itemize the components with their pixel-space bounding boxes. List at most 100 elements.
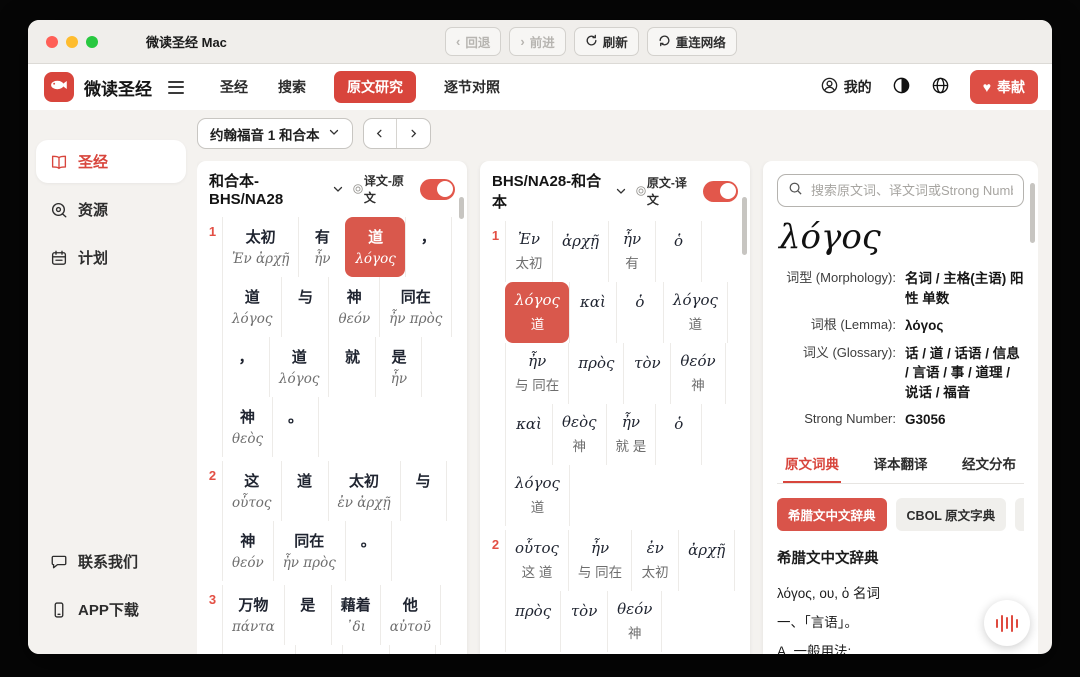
app-header: 微读圣经 圣经搜索原文研究逐节对照 我的 ♥ 奉献 [28,64,1052,110]
word-cell[interactable]: 造ἐγένετο [222,645,295,654]
zoom-window-button[interactable] [86,36,98,48]
scrollbar-thumb[interactable] [1030,183,1035,243]
chevron-down-icon[interactable] [332,183,344,195]
panel-title[interactable]: 和合本-BHS/NA28 [209,170,327,208]
word-cell[interactable]: 太初ἐν ἀρχῇ [328,461,400,521]
word-cell[interactable]: 太初Ἐν ἀρχῇ [222,217,298,277]
word-cell[interactable]: ὁ [655,221,702,282]
close-window-button[interactable] [46,36,58,48]
word-cell[interactable]: 与 [281,277,328,337]
word-cell[interactable]: θεόν神 [607,591,662,652]
language-button[interactable] [931,76,950,98]
word-cell[interactable]: οὗτος这 道 [505,530,568,591]
word-cell[interactable]: 道 [281,461,328,521]
word-cell[interactable]: ， [405,217,452,277]
word-secondary [665,437,692,453]
book-selector[interactable]: 约翰福音 1 和合本 [197,118,353,149]
word-cell[interactable]: ἦν就 是 [606,404,656,465]
sidebar-item-resources[interactable]: 资源 [36,188,186,231]
word-cell[interactable]: ἐν太初 [631,530,678,591]
word-cell[interactable]: 万物πάντα [222,585,284,645]
word-cell[interactable]: τὸν [560,591,607,652]
word-cell[interactable]: τὸν [623,343,670,404]
word-cell-selected[interactable]: λόγος道 [505,282,569,343]
back-button[interactable]: ‹ 回退 [445,27,501,56]
word-cell[interactable]: 的 [295,645,342,654]
word-cell[interactable]: ἦν与 同在 [568,530,631,591]
direction-toggle[interactable] [420,179,455,200]
word-cell[interactable]: ἦν与 同在 [505,343,568,404]
word-cell[interactable]: 道λόγος [269,337,328,397]
panel-settings-icon[interactable] [635,185,647,197]
sidebar-item-bible[interactable]: 圣经 [36,140,186,183]
app-logo[interactable] [44,72,74,102]
word-secondary: λόγος [355,251,395,267]
header-tab-bible[interactable]: 圣经 [218,71,250,103]
word-cell[interactable]: θεὸς神 [552,404,606,465]
prev-chapter-button[interactable] [364,119,397,148]
dict-source-greek-chinese-dictionary[interactable]: 希腊文中文辞典 [777,498,887,531]
sidebar-item-app-download[interactable]: APP下载 [36,588,186,631]
word-cell[interactable]: ὁ [655,404,702,465]
audio-play-button[interactable] [984,600,1030,646]
word-cell[interactable]: ， [222,337,269,397]
word-cell[interactable]: 同在ἦν πρὸς [273,521,345,581]
tab-original-dictionary[interactable]: 原文词典 [783,446,841,483]
reconnect-button[interactable]: 重连网络 [647,27,737,56]
word-cell[interactable]: πρὸς [568,343,623,404]
donate-button[interactable]: ♥ 奉献 [970,70,1038,104]
word-cell[interactable]: 凡 [389,645,436,654]
word-cell[interactable]: 神θεὸς [222,397,272,457]
word-cell[interactable]: ὁ [616,282,663,343]
dict-source-sdntg-dictionary[interactable]: SDNTG 希 [1015,498,1024,531]
next-chapter-button[interactable] [397,119,430,148]
word-cell[interactable]: 神θεόν [222,521,273,581]
word-cell[interactable]: λόγος道 [663,282,728,343]
minimize-window-button[interactable] [66,36,78,48]
word-cell[interactable]: 道λόγος [222,277,281,337]
tab-translation-renderings[interactable]: 译本翻译 [872,446,930,483]
dict-source-cbol-dictionary[interactable]: CBOL 原文字典 [896,498,1007,531]
tab-verse-distribution[interactable]: 经文分布 [960,446,1018,483]
word-cell[interactable]: 他αὐτοῦ [380,585,441,645]
word-cell[interactable]: 同在ἦν πρὸς [379,277,452,337]
word-cell[interactable]: 有ἦν [298,217,345,277]
search-input[interactable] [811,183,1013,198]
word-cell[interactable]: 神θεόν [328,277,379,337]
word-cell[interactable]: 这οὗτος [222,461,281,521]
word-cell[interactable]: 与 [400,461,447,521]
panel-settings-icon[interactable] [352,183,364,195]
scrollbar-thumb[interactable] [459,197,464,219]
word-cell[interactable]: πρὸς [505,591,560,652]
sidebar-item-contact-us[interactable]: 联系我们 [36,540,186,583]
word-cell-selected[interactable]: 道λόγος [345,217,404,277]
word-cell[interactable]: καὶ [505,404,552,465]
word-cell[interactable]: 是 [284,585,331,645]
contrast-toggle-button[interactable] [892,76,911,98]
menu-icon[interactable] [168,81,184,94]
direction-toggle[interactable] [703,181,738,202]
word-cell[interactable]: 。 [272,397,319,457]
word-cell[interactable]: καὶ [569,282,616,343]
word-cell[interactable]: 。 [345,521,392,581]
word-cell[interactable]: θεόν神 [670,343,725,404]
header-tab-search[interactable]: 搜索 [276,71,308,103]
word-cell[interactable]: 是ἦν [375,337,422,397]
word-cell[interactable]: 藉着᾿δι [331,585,380,645]
header-tab-verse-compare[interactable]: 逐节对照 [442,71,502,103]
word-cell[interactable]: ἀρχῇ [678,530,735,591]
word-cell[interactable]: λόγος道 [505,465,570,526]
word-cell[interactable]: ἀρχῇ [552,221,608,282]
sidebar-item-plans[interactable]: 计划 [36,236,186,279]
word-cell[interactable]: Ἐν太初 [505,221,552,282]
forward-button[interactable]: › 前进 [509,27,565,56]
word-cell[interactable]: ἦν有 [608,221,655,282]
header-tab-original-text-study[interactable]: 原文研究 [334,71,416,103]
refresh-button[interactable]: 刷新 [574,27,639,56]
panel-title[interactable]: BHS/NA28-和合本 [492,170,610,212]
word-cell[interactable]: 就 [328,337,375,397]
scrollbar-thumb[interactable] [742,197,747,255]
chevron-down-icon[interactable] [615,185,627,197]
my-account-button[interactable]: 我的 [820,76,872,98]
word-cell[interactable]: ； [342,645,389,654]
